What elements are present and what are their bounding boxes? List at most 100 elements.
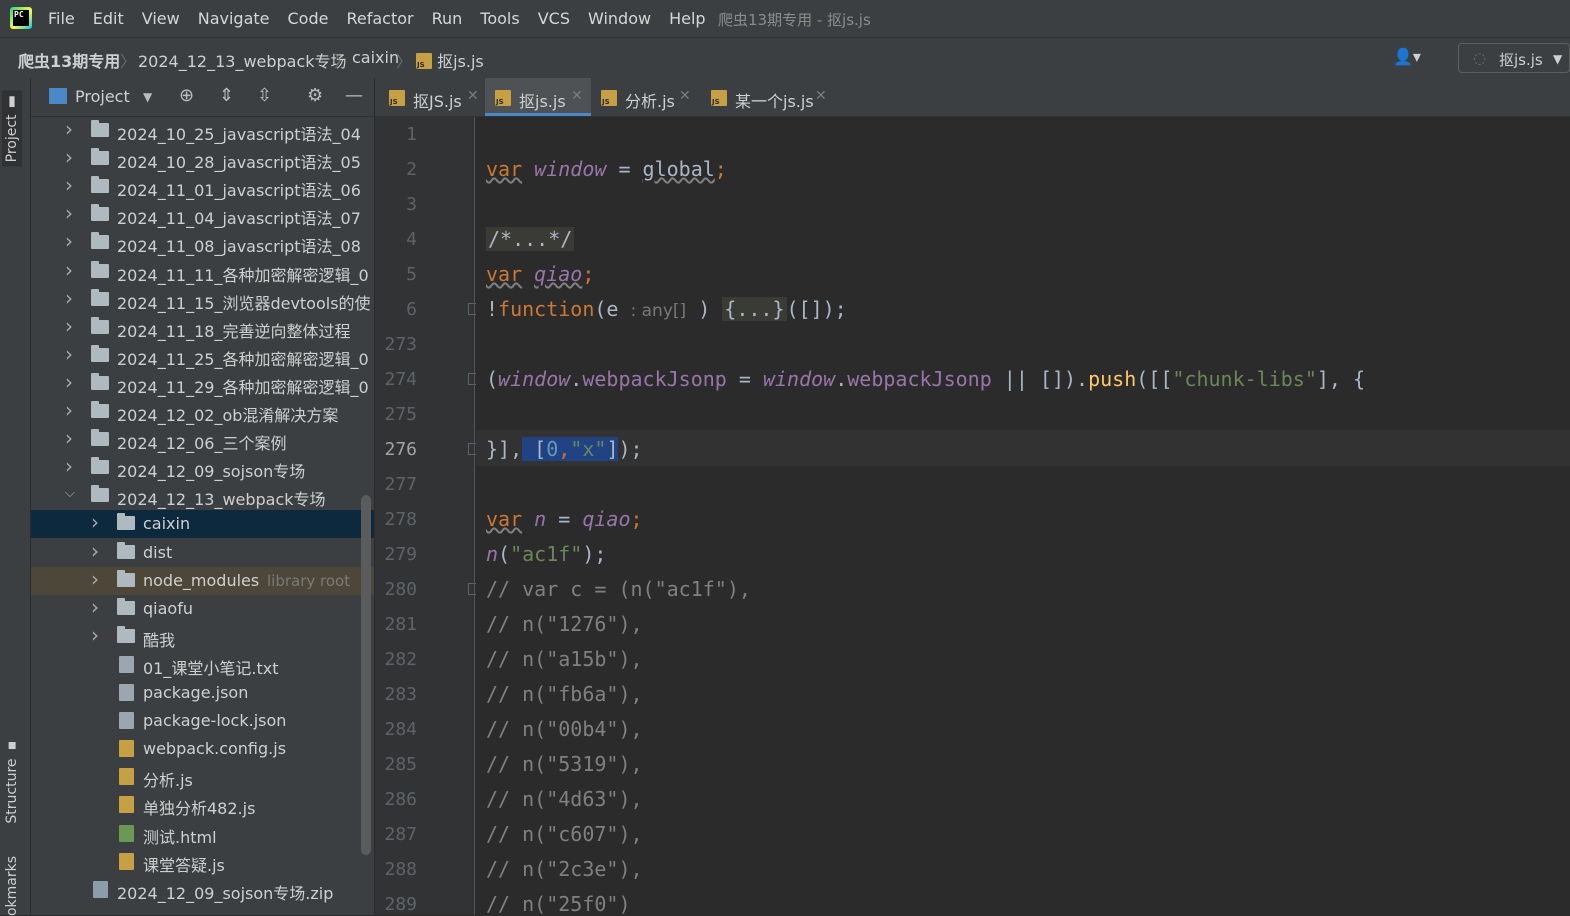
tree-folder-row[interactable]: › 2024_12_02_ob混淆解决方案 — [31, 398, 374, 426]
chevron-right-icon[interactable]: › — [91, 567, 99, 591]
close-icon[interactable]: ✕ — [467, 88, 479, 104]
chevron-right-icon[interactable]: › — [65, 173, 73, 197]
tree-item-label: 2024_11_08_javascript语法_08 — [117, 237, 361, 257]
expand-all-icon[interactable]: ⇕ — [219, 85, 234, 106]
tree-file-row[interactable]: 课堂答疑.js — [31, 848, 374, 876]
chevron-right-icon[interactable]: › — [91, 510, 99, 534]
chevron-right-icon[interactable]: › — [65, 314, 73, 338]
chevron-right-icon[interactable]: › — [65, 454, 73, 478]
tree-folder-row[interactable]: › 酷我 — [31, 623, 374, 651]
chevron-right-icon[interactable]: › — [65, 426, 73, 450]
tree-file-row[interactable]: package-lock.json — [31, 707, 374, 735]
tree-folder-row[interactable]: › node_modules library root — [31, 566, 374, 595]
tree-folder-row[interactable]: › dist — [31, 539, 374, 567]
close-icon[interactable]: ✕ — [571, 88, 583, 104]
code-line-280: // var c = (n("ac1f"), — [486, 577, 751, 601]
tree-folder-row[interactable]: ⌵ 2024_12_13_webpack专场 — [31, 482, 374, 510]
gear-icon[interactable]: ⚙ — [307, 85, 323, 106]
tree-item-label: 分析.js — [143, 771, 193, 791]
menu-refactor[interactable]: Refactor — [346, 9, 413, 28]
tab-file-1[interactable]: 抠JS.js ✕ — [379, 78, 483, 116]
tree-folder-row[interactable]: › 2024_10_25_javascript语法_04 — [31, 117, 374, 145]
chevron-right-icon[interactable]: › — [91, 539, 99, 563]
code-line-5: var qiao; — [486, 262, 595, 286]
breadcrumb-subfolder[interactable]: caixin — [352, 48, 399, 67]
tree-item-label: 2024_12_13_webpack专场 — [117, 490, 326, 510]
tree-folder-row[interactable]: › 2024_11_25_各种加密解密逻辑_0 — [31, 342, 374, 370]
tab-file-2[interactable]: 抠js.js ✕ — [485, 78, 591, 116]
menu-help[interactable]: Help — [669, 9, 705, 28]
tree-folder-row[interactable]: › 2024_12_09_sojson专场 — [31, 454, 374, 482]
menu-navigate[interactable]: Navigate — [198, 9, 270, 28]
bookmarks-tool-tab[interactable]: okmarks — [4, 856, 20, 916]
tree-folder-row[interactable]: › 2024_11_11_各种加密解密逻辑_0 — [31, 258, 374, 286]
menu-code[interactable]: Code — [288, 9, 329, 28]
close-icon[interactable]: ✕ — [815, 88, 827, 104]
chevron-right-icon[interactable]: › — [65, 398, 73, 422]
tree-folder-row[interactable]: › 2024_11_04_javascript语法_07 — [31, 201, 374, 229]
tree-file-row[interactable]: package.json — [31, 679, 374, 707]
chevron-down-icon[interactable]: ▼ — [143, 90, 152, 104]
zip-file-icon — [93, 880, 108, 898]
code-editor[interactable]: var window = global; /*...*/ var qiao; !… — [476, 117, 1570, 915]
tree-item-label: 2024_10_25_javascript语法_04 — [117, 125, 361, 144]
close-icon[interactable]: ✕ — [679, 88, 691, 104]
project-tree-scrollbar[interactable] — [361, 495, 371, 855]
chevron-right-icon[interactable]: › — [65, 342, 73, 366]
run-configuration-dropdown[interactable]: ◌ 抠js.js ▼ — [1458, 43, 1570, 73]
chevron-down-icon[interactable]: ⌵ — [65, 486, 75, 501]
code-line-282: // n("a15b"), — [486, 647, 643, 671]
chevron-down-icon: ▼ — [1553, 52, 1563, 66]
menu-tools[interactable]: Tools — [480, 9, 519, 28]
tab-file-4[interactable]: 某一个js.js ✕ — [703, 78, 833, 116]
folded-code-block[interactable]: {...} — [722, 297, 787, 321]
menu-vcs[interactable]: VCS — [538, 9, 570, 28]
line-number: 280 — [384, 579, 417, 600]
chevron-right-icon[interactable]: › — [65, 286, 73, 310]
tree-folder-row[interactable]: › qiaofu — [31, 595, 374, 623]
breadcrumb-project[interactable]: 爬虫13期专用 — [18, 48, 120, 72]
collapse-all-icon[interactable]: ⇳ — [257, 85, 272, 106]
tree-folder-row[interactable]: › 2024_11_01_javascript语法_06 — [31, 173, 374, 201]
menu-window[interactable]: Window — [588, 9, 651, 28]
structure-tool-tab[interactable]: Structure ▪ — [4, 738, 20, 824]
chevron-right-icon[interactable]: › — [65, 258, 73, 282]
tree-file-row[interactable]: 01_课堂小笔记.txt — [31, 651, 374, 679]
tab-file-3[interactable]: 分析.js ✕ — [593, 78, 699, 116]
chevron-right-icon[interactable]: › — [65, 145, 73, 169]
breadcrumb-file[interactable]: 抠js.js — [416, 48, 484, 72]
project-view-selector[interactable]: Project — [75, 87, 130, 106]
folder-icon — [91, 344, 109, 362]
folder-icon — [91, 485, 109, 503]
locate-file-icon[interactable]: ⊕ — [179, 85, 194, 106]
tree-file-row[interactable]: 单独分析482.js — [31, 791, 374, 819]
menu-edit[interactable]: Edit — [93, 9, 124, 28]
chevron-right-icon[interactable]: › — [65, 229, 73, 253]
chevron-right-icon[interactable]: › — [65, 370, 73, 394]
tree-file-row[interactable]: webpack.config.js — [31, 735, 374, 763]
menu-view[interactable]: View — [142, 9, 180, 28]
user-account-icon[interactable]: 👤▾ — [1393, 47, 1429, 69]
tree-folder-row[interactable]: › 2024_12_06_三个案例 — [31, 426, 374, 454]
chevron-right-icon[interactable]: › — [65, 117, 73, 141]
project-tool-tab[interactable]: Project ▮ — [2, 90, 22, 167]
run-config-label: 抠js.js — [1499, 51, 1543, 69]
tree-file-row[interactable]: 2024_12_09_sojson专场.zip — [31, 876, 374, 904]
chevron-right-icon[interactable]: › — [91, 623, 99, 647]
tree-file-row[interactable]: 分析.js — [31, 763, 374, 791]
chevron-right-icon[interactable]: › — [65, 201, 73, 225]
tree-folder-row[interactable]: › caixin — [31, 510, 374, 539]
tree-folder-row[interactable]: › 2024_10_28_javascript语法_05 — [31, 145, 374, 173]
tree-folder-row[interactable]: › 2024_11_15_浏览器devtools的使 — [31, 286, 374, 314]
hide-panel-icon[interactable]: — — [345, 85, 363, 106]
menu-run[interactable]: Run — [432, 9, 463, 28]
tree-folder-row[interactable]: › 2024_11_29_各种加密解密逻辑_0 — [31, 370, 374, 398]
chevron-right-icon[interactable]: › — [91, 595, 99, 619]
js-file-icon — [119, 796, 134, 814]
tree-item-label: webpack.config.js — [143, 739, 287, 759]
tree-folder-row[interactable]: › 2024_11_08_javascript语法_08 — [31, 229, 374, 257]
menu-file[interactable]: File — [48, 9, 75, 28]
tree-folder-row[interactable]: › 2024_11_18_完善逆向整体过程 — [31, 314, 374, 342]
breadcrumb-folder[interactable]: 2024_12_13_webpack专场 — [138, 48, 347, 72]
tree-file-row[interactable]: 测试.html — [31, 820, 374, 848]
